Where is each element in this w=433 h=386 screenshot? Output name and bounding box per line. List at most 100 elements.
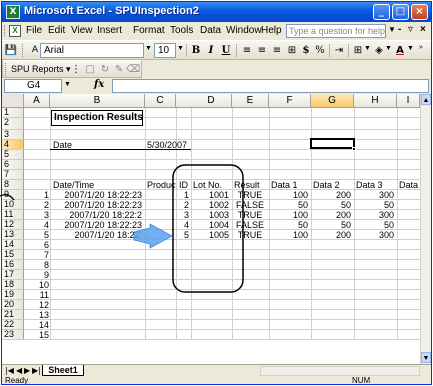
save-icon[interactable]: 💾 bbox=[4, 44, 18, 57]
formula-input[interactable] bbox=[112, 79, 429, 93]
sheet-tab-sheet1[interactable]: Sheet1 bbox=[42, 365, 84, 376]
menu-window[interactable]: Window bbox=[226, 25, 262, 36]
cell-index[interactable]: 6 bbox=[24, 240, 49, 250]
next-sheet-icon[interactable]: ▶ bbox=[24, 366, 30, 375]
menu-format[interactable]: Format bbox=[133, 25, 165, 36]
minimize-button[interactable]: _ bbox=[373, 4, 390, 20]
cell-result[interactable]: FALSE bbox=[232, 200, 269, 210]
cell-d2[interactable]: 200 bbox=[311, 210, 352, 220]
vertical-scrollbar[interactable]: ▲ ▼ bbox=[420, 94, 431, 364]
cell-d1[interactable]: 50 bbox=[269, 220, 309, 230]
merge-center-icon[interactable]: ⊞ bbox=[285, 44, 299, 57]
refresh-icon[interactable]: ↻ bbox=[98, 63, 112, 76]
cell-datetime[interactable]: 2007/1/20 18:22:23 bbox=[50, 220, 143, 230]
help-search-input[interactable]: Type a question for help bbox=[286, 24, 386, 38]
cell-d3[interactable]: 300 bbox=[354, 230, 395, 240]
font-name-select[interactable]: Arial bbox=[40, 43, 144, 58]
help-dropdown-icon[interactable]: ▼ bbox=[388, 25, 396, 34]
doc-restore-button[interactable]: ▿ bbox=[408, 24, 413, 35]
cell-d2[interactable]: 50 bbox=[311, 200, 352, 210]
prev-sheet-icon[interactable]: ◀ bbox=[16, 366, 22, 375]
column-header-g[interactable]: G bbox=[311, 94, 354, 108]
cell-d1[interactable]: 100 bbox=[269, 190, 309, 200]
currency-button[interactable]: $ bbox=[300, 44, 312, 57]
menu-tools[interactable]: Tools bbox=[170, 25, 193, 36]
cell-d1[interactable]: 100 bbox=[269, 230, 309, 240]
font-size-select[interactable]: 10 bbox=[154, 43, 176, 58]
align-center-icon[interactable]: ≡ bbox=[255, 44, 269, 57]
cell-lot[interactable]: 1001 bbox=[191, 190, 230, 200]
cell-d3[interactable]: 50 bbox=[354, 200, 395, 210]
fill-color-icon[interactable]: ◈ bbox=[372, 44, 386, 57]
inspection-results-title[interactable]: Inspection Results bbox=[51, 110, 143, 126]
cell-idx[interactable]: 3 bbox=[24, 210, 50, 220]
cell-id[interactable]: 1 bbox=[176, 190, 190, 200]
cell-id[interactable]: 4 bbox=[176, 220, 190, 230]
cell-d1[interactable]: 50 bbox=[269, 200, 309, 210]
spu-toolbar-grip[interactable] bbox=[5, 63, 8, 76]
menu-file[interactable]: File bbox=[26, 25, 42, 36]
scroll-down-icon[interactable]: ▼ bbox=[421, 352, 431, 363]
column-header-e[interactable]: E bbox=[232, 94, 269, 108]
report-icon[interactable]: □ bbox=[83, 63, 97, 76]
cell-index[interactable]: 11 bbox=[24, 290, 49, 300]
font-color-icon[interactable]: A bbox=[393, 44, 407, 57]
cell-result[interactable]: TRUE bbox=[232, 190, 269, 200]
cell-index[interactable]: 12 bbox=[24, 300, 49, 310]
header-data3[interactable]: Data 3 bbox=[356, 180, 383, 190]
menubar-grip[interactable] bbox=[4, 25, 7, 37]
cell-index[interactable]: 13 bbox=[24, 310, 49, 320]
header-product[interactable]: Product bbox=[147, 180, 176, 190]
selected-cell-g4[interactable] bbox=[310, 138, 355, 149]
fill-color-dropdown-icon[interactable]: ▼ bbox=[385, 45, 392, 52]
cell-index[interactable]: 9 bbox=[24, 270, 49, 280]
font-color-dropdown-icon[interactable]: ▼ bbox=[407, 45, 414, 52]
column-header-h[interactable]: H bbox=[354, 94, 397, 108]
column-header-c[interactable]: C bbox=[145, 94, 176, 108]
cell-d3[interactable]: 300 bbox=[354, 190, 395, 200]
cell-d2[interactable]: 200 bbox=[311, 230, 352, 240]
edit-pencil-icon[interactable]: ✎ bbox=[112, 63, 126, 76]
cell-lot[interactable]: 1003 bbox=[191, 210, 230, 220]
row-header-23[interactable]: 23 bbox=[2, 330, 24, 340]
cell-index[interactable]: 10 bbox=[24, 280, 49, 290]
cell-id[interactable]: 2 bbox=[176, 200, 190, 210]
column-header-i[interactable]: I bbox=[397, 94, 420, 108]
cell-idx[interactable]: 1 bbox=[24, 190, 50, 200]
cell-id[interactable]: 3 bbox=[176, 210, 190, 220]
percent-button[interactable]: % bbox=[314, 44, 326, 57]
select-all-corner[interactable] bbox=[2, 94, 24, 108]
cell-index[interactable]: 8 bbox=[24, 260, 49, 270]
toolbar-options-icon[interactable]: » bbox=[419, 44, 423, 51]
menu-insert[interactable]: Insert bbox=[97, 25, 122, 36]
menu-view[interactable]: View bbox=[71, 25, 93, 36]
cell-d1[interactable]: 100 bbox=[269, 210, 309, 220]
cell-result[interactable]: TRUE bbox=[232, 210, 269, 220]
cell-d3[interactable]: 50 bbox=[354, 220, 395, 230]
excel-app-icon[interactable]: X bbox=[6, 5, 20, 19]
column-header-b[interactable]: B bbox=[50, 94, 145, 108]
fill-handle[interactable] bbox=[352, 147, 356, 151]
font-name-dropdown-icon[interactable]: ▼ bbox=[145, 45, 152, 52]
doc-close-button[interactable]: × bbox=[420, 24, 426, 35]
italic-button[interactable]: I bbox=[205, 44, 217, 57]
horizontal-scrollbar[interactable] bbox=[260, 366, 420, 376]
header-data2[interactable]: Data 2 bbox=[313, 180, 340, 190]
cell-id[interactable]: 5 bbox=[176, 230, 190, 240]
close-button[interactable]: × bbox=[411, 4, 428, 20]
cell-idx[interactable]: 2 bbox=[24, 200, 50, 210]
cell-lot[interactable]: 1004 bbox=[191, 220, 230, 230]
first-sheet-icon[interactable]: |◀ bbox=[5, 366, 14, 375]
cell-result[interactable]: TRUE bbox=[232, 230, 269, 240]
last-sheet-icon[interactable]: ▶| bbox=[32, 366, 41, 375]
clear-icon[interactable]: ⌫ bbox=[126, 63, 140, 76]
worksheet-grid[interactable]: A B C D E F G H I 1 2 3 4 5 6 7 8 9 10 1… bbox=[2, 94, 431, 364]
menu-data[interactable]: Data bbox=[200, 25, 221, 36]
toolbar-grip[interactable] bbox=[22, 44, 25, 57]
increase-indent-icon[interactable]: ⇥ bbox=[332, 44, 346, 57]
menu-edit[interactable]: Edit bbox=[48, 25, 65, 36]
cell-datetime[interactable]: 2007/1/20 18:22:23 bbox=[50, 190, 143, 200]
name-box[interactable]: G4 bbox=[4, 79, 62, 93]
maximize-button[interactable]: □ bbox=[392, 4, 409, 20]
borders-icon[interactable]: ⊞ bbox=[351, 44, 365, 57]
